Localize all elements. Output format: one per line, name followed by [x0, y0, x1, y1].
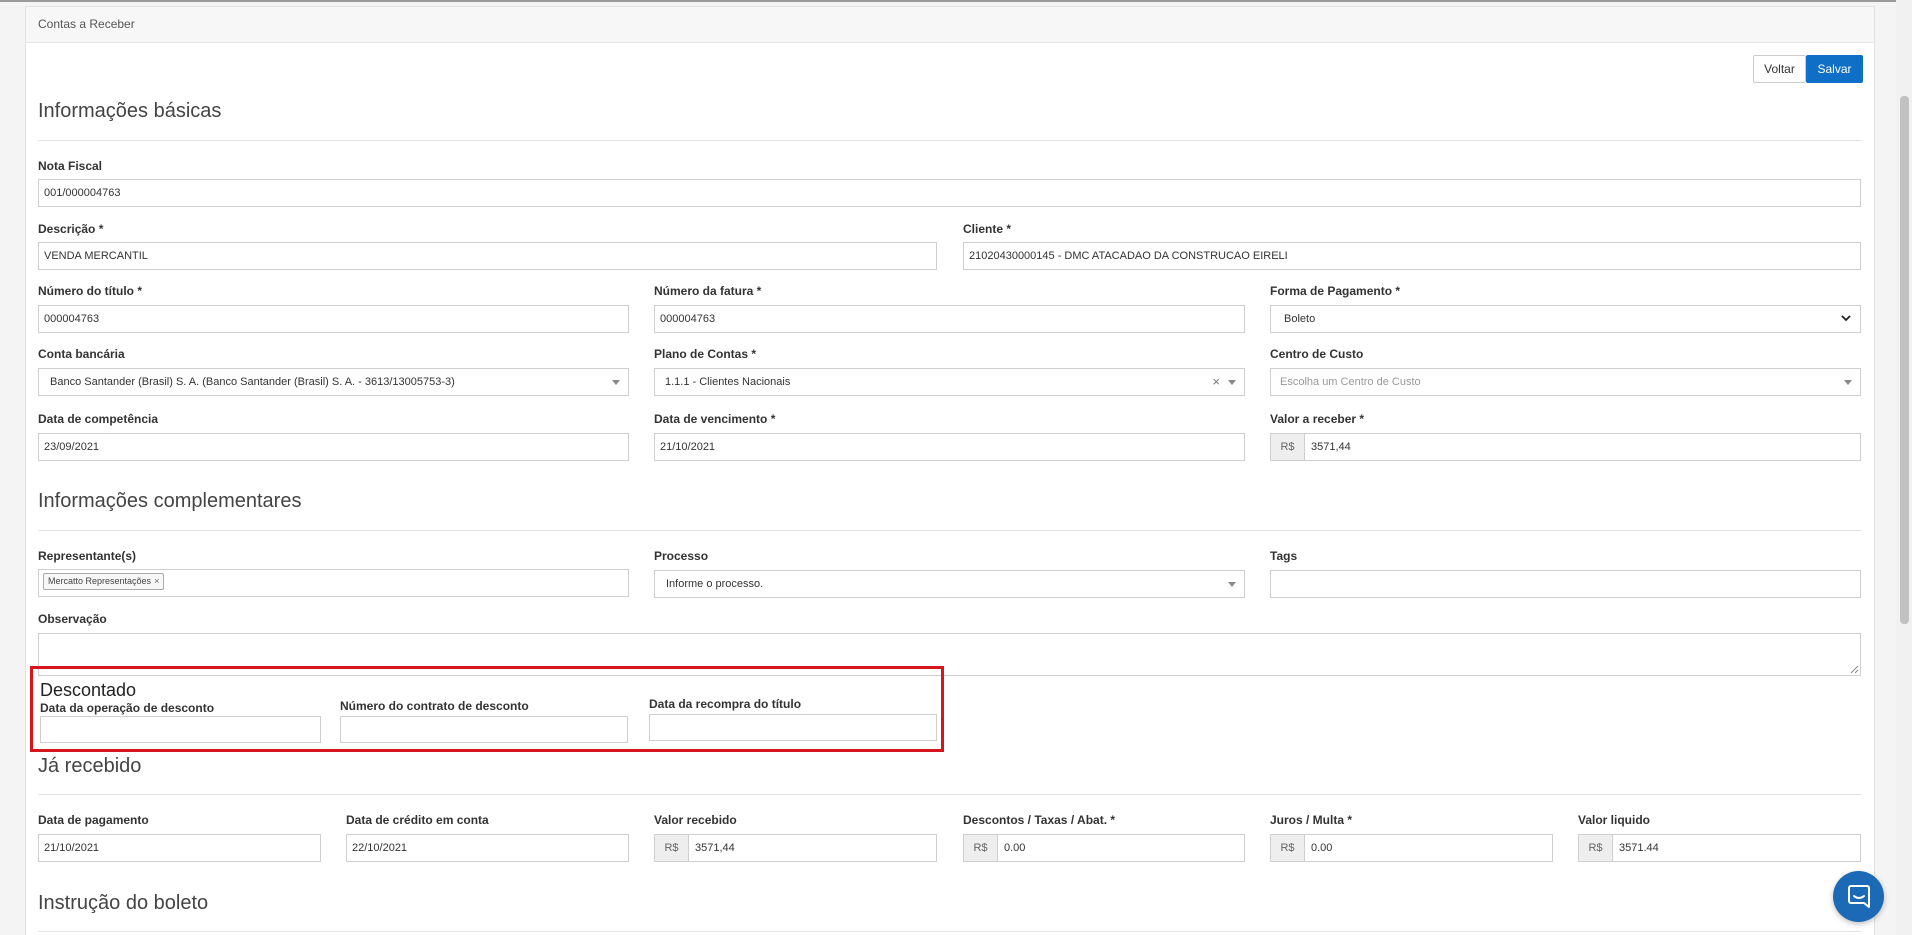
descricao-label: Descrição *	[38, 222, 104, 236]
valor-liquido-label: Valor liquido	[1578, 813, 1651, 827]
chevron-down-icon	[1841, 315, 1851, 322]
section-divider	[38, 530, 1861, 531]
representantes-label: Representante(s)	[38, 549, 137, 563]
numero-titulo-label: Número do título *	[38, 284, 142, 298]
caret-down-icon	[612, 380, 620, 385]
cliente-input[interactable]: 21020430000145 - DMC ATACADAO DA CONSTRU…	[963, 242, 1861, 270]
caret-down-icon	[1228, 380, 1236, 385]
juros-input[interactable]: R$ 0.00	[1270, 834, 1553, 862]
valor-recebido-input[interactable]: R$ 3571,44	[654, 834, 937, 862]
currency-addon: R$	[1271, 434, 1305, 460]
forma-pagamento-select[interactable]: Boleto	[1270, 305, 1861, 333]
caret-down-icon	[1844, 380, 1852, 385]
tags-input[interactable]	[1270, 570, 1861, 598]
conta-bancaria-select[interactable]: Banco Santander (Brasil) S. A. (Banco Sa…	[38, 368, 629, 396]
section-divider	[38, 794, 1861, 795]
voltar-button[interactable]: Voltar	[1753, 55, 1806, 83]
numero-contrato-input[interactable]	[340, 716, 628, 743]
currency-addon: R$	[655, 835, 689, 861]
valor-liquido-input[interactable]: R$ 3571.44	[1578, 834, 1861, 862]
forma-pagamento-label: Forma de Pagamento *	[1270, 284, 1401, 298]
section-title-discounted: Descontado	[40, 680, 137, 700]
centro-custo-label: Centro de Custo	[1270, 347, 1364, 361]
data-competencia-label: Data de competência	[38, 412, 159, 426]
numero-fatura-label: Número da fatura *	[654, 284, 762, 298]
data-pagamento-input[interactable]: 21/10/2021	[38, 834, 321, 862]
descontos-label: Descontos / Taxas / Abat. *	[963, 813, 1116, 827]
numero-fatura-input[interactable]: 000004763	[654, 305, 1245, 333]
top-border	[0, 0, 1912, 2]
valor-recebido-value: 3571,44	[695, 842, 735, 854]
plano-contas-label: Plano de Contas *	[654, 347, 757, 361]
representantes-input[interactable]: Mercatto Representações ×	[38, 569, 629, 597]
panel-header: Contas a Receber	[26, 7, 1874, 43]
data-operacao-label: Data da operação de desconto	[40, 701, 215, 715]
caret-down-icon	[1228, 582, 1236, 587]
breadcrumb: Contas a Receber	[38, 17, 135, 31]
observacao-label: Observação	[38, 612, 107, 626]
valor-receber-label: Valor a receber *	[1270, 412, 1365, 426]
conta-bancaria-label: Conta bancária	[38, 347, 125, 361]
salvar-button[interactable]: Salvar	[1806, 55, 1863, 83]
valor-liquido-value: 3571.44	[1619, 842, 1659, 854]
resize-handle-icon[interactable]	[1850, 665, 1859, 674]
processo-label: Processo	[654, 549, 709, 563]
data-vencimento-input[interactable]: 21/10/2021	[654, 433, 1245, 461]
main-panel: Contas a Receber	[25, 6, 1875, 935]
data-vencimento-label: Data de vencimento *	[654, 412, 776, 426]
section-divider	[38, 140, 1861, 141]
chip-remove-icon[interactable]: ×	[154, 576, 159, 586]
currency-addon: R$	[1579, 835, 1613, 861]
numero-titulo-input[interactable]: 000004763	[38, 305, 629, 333]
nota-fiscal-input[interactable]: 001/000004763	[38, 179, 1861, 207]
chat-launcher-button[interactable]	[1833, 871, 1884, 922]
representante-chip: Mercatto Representações ×	[43, 573, 165, 590]
clear-icon[interactable]: ×	[1212, 369, 1220, 395]
data-pagamento-label: Data de pagamento	[38, 813, 149, 827]
nota-fiscal-label: Nota Fiscal	[38, 159, 103, 173]
currency-addon: R$	[1271, 835, 1305, 861]
section-title-complementary: Informações complementares	[38, 490, 302, 512]
cliente-label: Cliente *	[963, 222, 1012, 236]
plano-contas-value: 1.1.1 - Clientes Nacionais	[665, 376, 791, 388]
data-credito-label: Data de crédito em conta	[346, 813, 489, 827]
chat-icon	[1848, 885, 1870, 908]
scrollbar-thumb[interactable]	[1900, 96, 1909, 624]
section-divider	[38, 931, 1861, 932]
plano-contas-select[interactable]: 1.1.1 - Clientes Nacionais ×	[654, 368, 1245, 396]
juros-label: Juros / Multa *	[1270, 813, 1353, 827]
numero-contrato-label: Número do contrato de desconto	[340, 699, 529, 713]
section-title-boleto: Instrução do boleto	[38, 892, 209, 914]
conta-bancaria-value: Banco Santander (Brasil) S. A. (Banco Sa…	[50, 376, 455, 388]
data-recompra-label: Data da recompra do título	[649, 697, 802, 711]
processo-select[interactable]: Informe o processo.	[654, 570, 1245, 598]
currency-addon: R$	[964, 835, 998, 861]
data-credito-input[interactable]: 22/10/2021	[346, 834, 629, 862]
valor-recebido-label: Valor recebido	[654, 813, 737, 827]
data-operacao-input[interactable]	[40, 716, 321, 743]
descricao-input[interactable]: VENDA MERCANTIL	[38, 242, 937, 270]
juros-value: 0.00	[1311, 842, 1333, 854]
representante-chip-label: Mercatto Representações	[48, 576, 152, 586]
data-competencia-input[interactable]: 23/09/2021	[38, 433, 629, 461]
centro-custo-placeholder: Escolha um Centro de Custo	[1280, 376, 1421, 388]
valor-receber-value: 3571,44	[1311, 441, 1351, 453]
valor-receber-input[interactable]: R$ 3571,44	[1270, 433, 1861, 461]
descontos-input[interactable]: R$ 0.00	[963, 834, 1245, 862]
data-recompra-input[interactable]	[649, 714, 937, 741]
section-title-basic: Informações básicas	[38, 100, 222, 122]
processo-placeholder: Informe o processo.	[666, 578, 764, 590]
tags-label: Tags	[1270, 549, 1298, 563]
forma-pagamento-value: Boleto	[1284, 313, 1316, 325]
section-title-received: Já recebido	[38, 755, 142, 777]
descontos-value: 0.00	[1004, 842, 1026, 854]
centro-custo-select[interactable]: Escolha um Centro de Custo	[1270, 368, 1861, 396]
